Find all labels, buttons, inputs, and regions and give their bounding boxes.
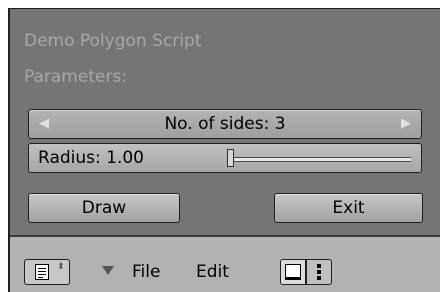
edit-menu[interactable]: Edit xyxy=(196,262,229,282)
collapse-triangle-icon[interactable] xyxy=(102,266,114,275)
radius-slider-label: Radius: 1.00 xyxy=(38,148,144,168)
radius-slider[interactable]: Radius: 1.00 xyxy=(28,143,422,173)
slider-handle[interactable] xyxy=(227,149,234,167)
window-type-button[interactable]: ⬍ xyxy=(24,259,70,285)
draw-button[interactable]: Draw xyxy=(28,193,180,223)
sides-number-field[interactable]: ◀ No. of sides: 3 ▶ xyxy=(28,109,422,139)
file-menu[interactable]: File xyxy=(132,262,160,282)
split-view-icon xyxy=(317,264,321,282)
window-header: ⬍ File Edit xyxy=(10,235,440,292)
single-view-button[interactable] xyxy=(280,259,306,285)
script-window: Demo Polygon Script Parameters: ◀ No. of… xyxy=(8,8,440,292)
split-view-button[interactable] xyxy=(306,259,332,285)
slider-track[interactable] xyxy=(227,157,411,162)
exit-button[interactable]: Exit xyxy=(274,193,423,223)
increment-arrow-icon[interactable]: ▶ xyxy=(401,116,411,131)
script-title: Demo Polygon Script xyxy=(24,31,202,51)
sides-field-label: No. of sides: 3 xyxy=(164,114,286,134)
text-editor-icon xyxy=(35,264,49,280)
updown-icon: ⬍ xyxy=(57,262,65,272)
parameters-label: Parameters: xyxy=(24,67,128,87)
single-view-icon xyxy=(285,264,301,280)
